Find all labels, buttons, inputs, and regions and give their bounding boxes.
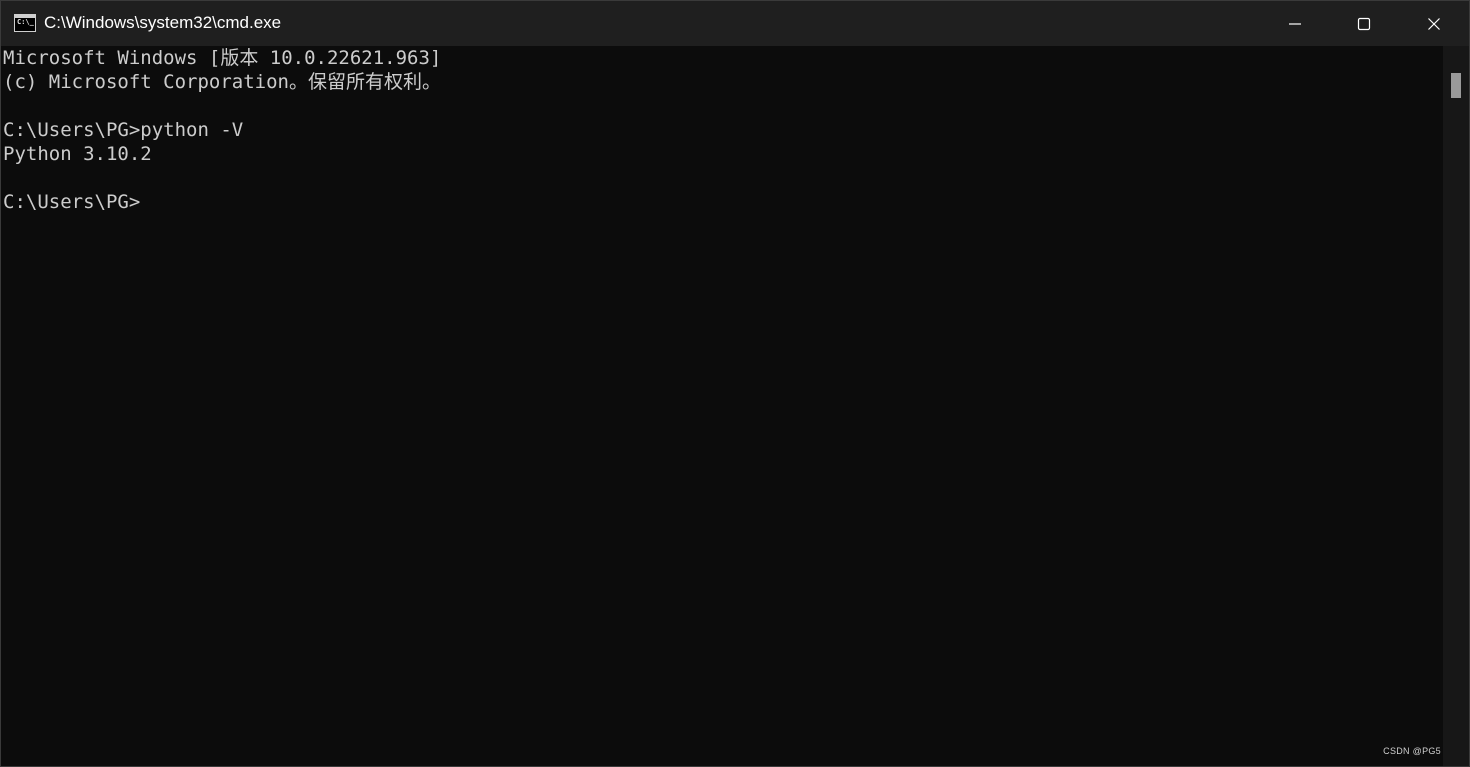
- vertical-scrollbar[interactable]: [1443, 46, 1469, 766]
- cmd-icon-prompt: C:\_: [17, 18, 34, 26]
- title-bar[interactable]: C:\_ C:\Windows\system32\cmd.exe: [1, 1, 1469, 46]
- maximize-button[interactable]: [1329, 1, 1399, 46]
- minimize-icon: [1289, 22, 1301, 25]
- window-title: C:\Windows\system32\cmd.exe: [44, 13, 282, 32]
- terminal-line: (c) Microsoft Corporation。保留所有权利。: [3, 71, 441, 93]
- cmd-window: C:\_ C:\Windows\system32\cmd.exe Microso…: [0, 0, 1470, 767]
- terminal-output[interactable]: Microsoft Windows [版本 10.0.22621.963] (c…: [1, 46, 1443, 766]
- close-button[interactable]: [1399, 1, 1469, 46]
- close-icon: [1428, 17, 1440, 30]
- maximize-icon: [1357, 17, 1371, 30]
- scrollbar-thumb[interactable]: [1451, 73, 1461, 98]
- terminal-line: Microsoft Windows [版本 10.0.22621.963]: [3, 47, 442, 69]
- watermark: CSDN @PG5: [1383, 746, 1441, 756]
- minimize-button[interactable]: [1260, 1, 1330, 46]
- terminal-line: Python 3.10.2: [3, 143, 152, 165]
- terminal-prompt-line[interactable]: C:\Users\PG>: [3, 190, 1443, 214]
- terminal-line: C:\Users\PG>python -V: [3, 119, 244, 141]
- cmd-icon[interactable]: C:\_: [14, 14, 36, 32]
